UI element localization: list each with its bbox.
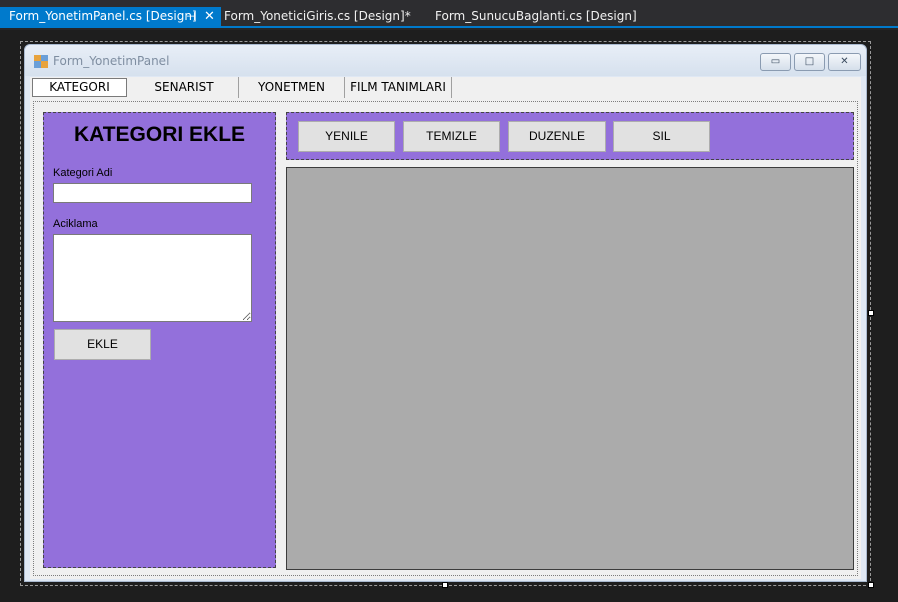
description-textarea[interactable] [53, 234, 252, 322]
resize-handle-corner[interactable] [868, 582, 874, 588]
tab-senarist[interactable]: SENARIST [130, 77, 239, 98]
clear-button[interactable]: TEMIZLE [403, 121, 500, 152]
design-surface: Form_YonetimPanel ▭ □ ✕ KATEGORI SENARIS… [0, 30, 898, 602]
form-client-area: KATEGORI SENARIST YONETMEN FILM TANIMLAR… [30, 77, 861, 579]
tab-page-kategori: KATEGORI EKLE Kategori Adi Aciklama EKLE… [33, 101, 858, 576]
maximize-button[interactable]: □ [794, 53, 825, 71]
tab-film-tanimlari[interactable]: FILM TANIMLARI [345, 77, 452, 98]
add-button[interactable]: EKLE [54, 329, 151, 360]
edit-button[interactable]: DUZENLE [508, 121, 606, 152]
category-data-grid[interactable] [286, 167, 854, 570]
form-window: Form_YonetimPanel ▭ □ ✕ KATEGORI SENARIS… [24, 44, 867, 582]
close-icon: ✕ [840, 56, 849, 67]
description-label: Aciklama [53, 218, 98, 230]
tab-kategori[interactable]: KATEGORI [32, 78, 127, 97]
ide-tab-label: Form_YonetimPanel.cs [Design] [9, 9, 197, 23]
pin-icon[interactable]: ⊣ [186, 7, 196, 26]
ide-tab-sunucubaglanti[interactable]: Form_SunucuBaglanti.cs [Design] [435, 7, 637, 26]
resize-handle-bottom[interactable] [442, 582, 448, 588]
form-titlebar: Form_YonetimPanel ▭ □ ✕ [25, 45, 866, 76]
ide-tab-yonetimpanel[interactable]: Form_YonetimPanel.cs [Design] ⊣ ✕ [0, 7, 221, 26]
panel-title: KATEGORI EKLE [73, 123, 246, 146]
category-name-label: Kategori Adi [53, 167, 113, 179]
category-add-panel: KATEGORI EKLE Kategori Adi Aciklama EKLE [43, 112, 276, 568]
minimize-icon: ▭ [770, 56, 781, 67]
ide-tab-yoneticigiris[interactable]: Form_YoneticiGiris.cs [Design]* [224, 7, 411, 26]
form-tab-strip: KATEGORI SENARIST YONETMEN FILM TANIMLAR… [30, 77, 861, 99]
maximize-icon: □ [804, 56, 815, 67]
delete-button[interactable]: SIL [613, 121, 710, 152]
category-name-input[interactable] [53, 183, 252, 203]
close-icon[interactable]: ✕ [204, 7, 215, 26]
tab-yonetmen[interactable]: YONETMEN [239, 77, 345, 98]
form-app-icon [34, 55, 48, 68]
form-title: Form_YonetimPanel [53, 54, 170, 68]
action-toolbar: YENILE TEMIZLE DUZENLE SIL [286, 112, 854, 160]
resize-handle-right[interactable] [868, 310, 874, 316]
refresh-button[interactable]: YENILE [298, 121, 395, 152]
close-button[interactable]: ✕ [828, 53, 861, 71]
ide-document-tab-strip: Form_YonetimPanel.cs [Design] ⊣ ✕ Form_Y… [0, 0, 898, 28]
minimize-button[interactable]: ▭ [760, 53, 791, 71]
